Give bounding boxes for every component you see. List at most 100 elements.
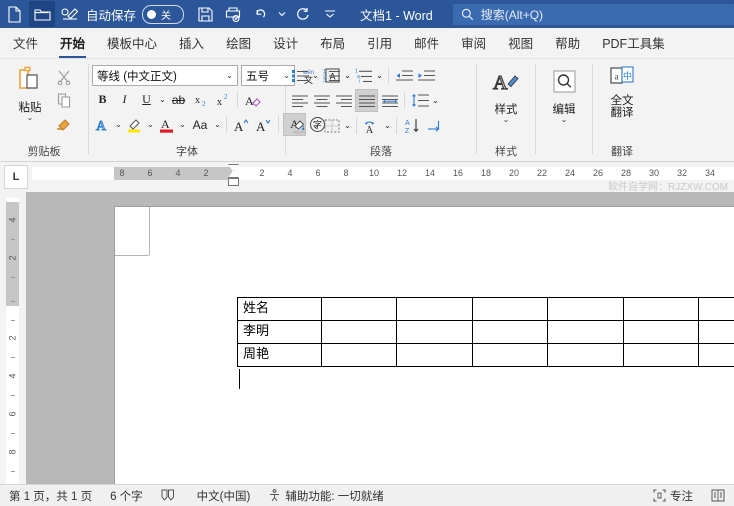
text-effects-caret-icon[interactable]: ⌄	[114, 114, 123, 135]
clear-formatting-icon[interactable]: A	[242, 89, 263, 110]
tab-pdf-tools[interactable]: PDF工具集	[591, 30, 676, 58]
document-page[interactable]: 姓名 李明 周艳	[114, 206, 734, 484]
status-proofing[interactable]	[152, 485, 188, 506]
tab-references[interactable]: 引用	[356, 30, 403, 58]
increase-indent-icon[interactable]	[415, 65, 436, 86]
table-row[interactable]: 李明	[237, 320, 734, 344]
table-cell[interactable]	[547, 343, 624, 367]
bullet-caret-icon[interactable]: ⌄	[311, 65, 320, 86]
undo-dropdown-caret-icon[interactable]	[276, 1, 287, 27]
status-word-count[interactable]: 6 个字	[101, 485, 152, 506]
table-cell[interactable]	[396, 320, 473, 344]
align-center-icon[interactable]	[311, 90, 332, 111]
table-cell[interactable]	[471, 297, 549, 321]
sort-icon[interactable]: AZ	[401, 115, 422, 136]
copy-icon[interactable]	[54, 90, 74, 110]
table-cell[interactable]	[622, 320, 700, 344]
status-read-mode[interactable]	[702, 485, 734, 506]
table-cell[interactable]	[320, 297, 398, 321]
table-cell[interactable]	[698, 297, 734, 321]
paste-button[interactable]: 粘贴 ⌄	[6, 63, 54, 122]
tab-stop-selector[interactable]: L	[4, 165, 28, 189]
tab-mailings[interactable]: 邮件	[403, 30, 450, 58]
numbered-list-icon[interactable]: 123	[321, 65, 342, 86]
new-document-icon[interactable]	[1, 1, 27, 27]
tab-file[interactable]: 文件	[2, 30, 49, 58]
numbering-caret-icon[interactable]: ⌄	[343, 65, 352, 86]
styles-dropdown-caret-icon[interactable]: ⌄	[503, 116, 510, 124]
customize-quick-access-icon[interactable]	[317, 1, 343, 27]
table-cell[interactable]	[547, 297, 624, 321]
borders-icon[interactable]	[321, 115, 342, 136]
change-case-caret-icon[interactable]: ⌄	[213, 114, 222, 135]
left-indent-marker[interactable]	[228, 178, 239, 186]
table-cell[interactable]	[471, 343, 549, 367]
highlight-caret-icon[interactable]: ⌄	[146, 114, 155, 135]
tab-draw[interactable]: 绘图	[215, 30, 262, 58]
search-input[interactable]: 搜索(Alt+Q)	[452, 3, 734, 25]
table-cell[interactable]	[320, 343, 398, 367]
shading-caret-icon[interactable]: ⌄	[311, 115, 320, 136]
bullet-list-icon[interactable]	[289, 65, 310, 86]
table-cell[interactable]	[320, 320, 398, 344]
table-cell[interactable]	[471, 320, 549, 344]
multilevel-list-icon[interactable]: 1ai	[353, 65, 374, 86]
font-name-combobox[interactable]: 等线 (中文正文) ⌄	[92, 65, 238, 86]
borders-caret-icon[interactable]: ⌄	[343, 115, 352, 136]
format-painter-icon[interactable]	[54, 113, 74, 133]
strikethrough-icon[interactable]: ab	[168, 89, 189, 110]
status-focus[interactable]: 专注	[644, 485, 702, 506]
pinyin-guide-icon[interactable]: A	[361, 115, 382, 136]
status-accessibility[interactable]: 辅助功能: 一切就绪	[259, 485, 392, 506]
line-spacing-caret-icon[interactable]: ⌄	[431, 90, 440, 111]
multilevel-caret-icon[interactable]: ⌄	[375, 65, 384, 86]
undo-icon[interactable]	[248, 1, 274, 27]
page-canvas[interactable]: 姓名 李明 周艳	[26, 192, 734, 484]
tab-view[interactable]: 视图	[497, 30, 544, 58]
table-cell[interactable]	[396, 343, 473, 367]
status-language[interactable]: 中文(中国)	[188, 485, 260, 506]
tab-layout[interactable]: 布局	[309, 30, 356, 58]
show-paragraph-marks-icon[interactable]	[423, 115, 444, 136]
distribute-text-icon[interactable]	[379, 90, 400, 111]
align-right-icon[interactable]	[333, 90, 354, 111]
autosave-toggle[interactable]: 关	[142, 4, 185, 24]
quick-print-icon[interactable]	[220, 1, 246, 27]
grow-font-icon[interactable]: A	[231, 114, 252, 135]
font-color-icon[interactable]: A	[156, 114, 177, 135]
shading-icon[interactable]	[289, 115, 310, 136]
table-cell[interactable]	[622, 297, 700, 321]
decrease-indent-icon[interactable]	[393, 65, 414, 86]
tab-review[interactable]: 审阅	[450, 30, 497, 58]
table-cell[interactable]: 周艳	[237, 343, 322, 367]
tab-home[interactable]: 开始	[49, 30, 96, 58]
open-folder-icon[interactable]	[29, 1, 55, 27]
vertical-ruler[interactable]: 4 2 2 4 6 8	[0, 192, 26, 484]
touch-pen-icon[interactable]	[57, 1, 83, 27]
status-page-info[interactable]: 第 1 页，共 1 页	[0, 485, 101, 506]
table-cell[interactable]	[622, 343, 700, 367]
shrink-font-icon[interactable]: A	[253, 114, 274, 135]
editing-dropdown-caret-icon[interactable]: ⌄	[561, 116, 568, 124]
document-table[interactable]: 姓名 李明 周艳	[237, 297, 734, 367]
save-icon[interactable]	[192, 1, 218, 27]
text-effects-icon[interactable]: A	[92, 114, 113, 135]
change-case-icon[interactable]: Aa	[188, 114, 212, 135]
editing-button[interactable]: 编辑 ⌄	[540, 67, 588, 124]
align-justify-icon[interactable]	[355, 89, 378, 112]
font-color-caret-icon[interactable]: ⌄	[178, 114, 187, 135]
tab-template-center[interactable]: 模板中心	[96, 30, 168, 58]
text-highlight-icon[interactable]	[124, 114, 145, 135]
styles-button[interactable]: A 样式 ⌄	[482, 67, 530, 124]
full-translate-button[interactable]: a中 全文 翻译	[598, 63, 646, 119]
underline-button[interactable]: U	[136, 89, 157, 110]
redo-icon[interactable]	[289, 1, 315, 27]
table-cell[interactable]	[396, 297, 473, 321]
paste-dropdown-caret-icon[interactable]: ⌄	[27, 114, 34, 122]
table-cell[interactable]	[698, 343, 734, 367]
superscript-icon[interactable]: x2	[212, 89, 233, 110]
cut-scissors-icon[interactable]	[54, 67, 74, 87]
table-row[interactable]: 姓名	[237, 297, 734, 321]
table-cell[interactable]: 姓名	[237, 297, 322, 321]
tab-design[interactable]: 设计	[262, 30, 309, 58]
